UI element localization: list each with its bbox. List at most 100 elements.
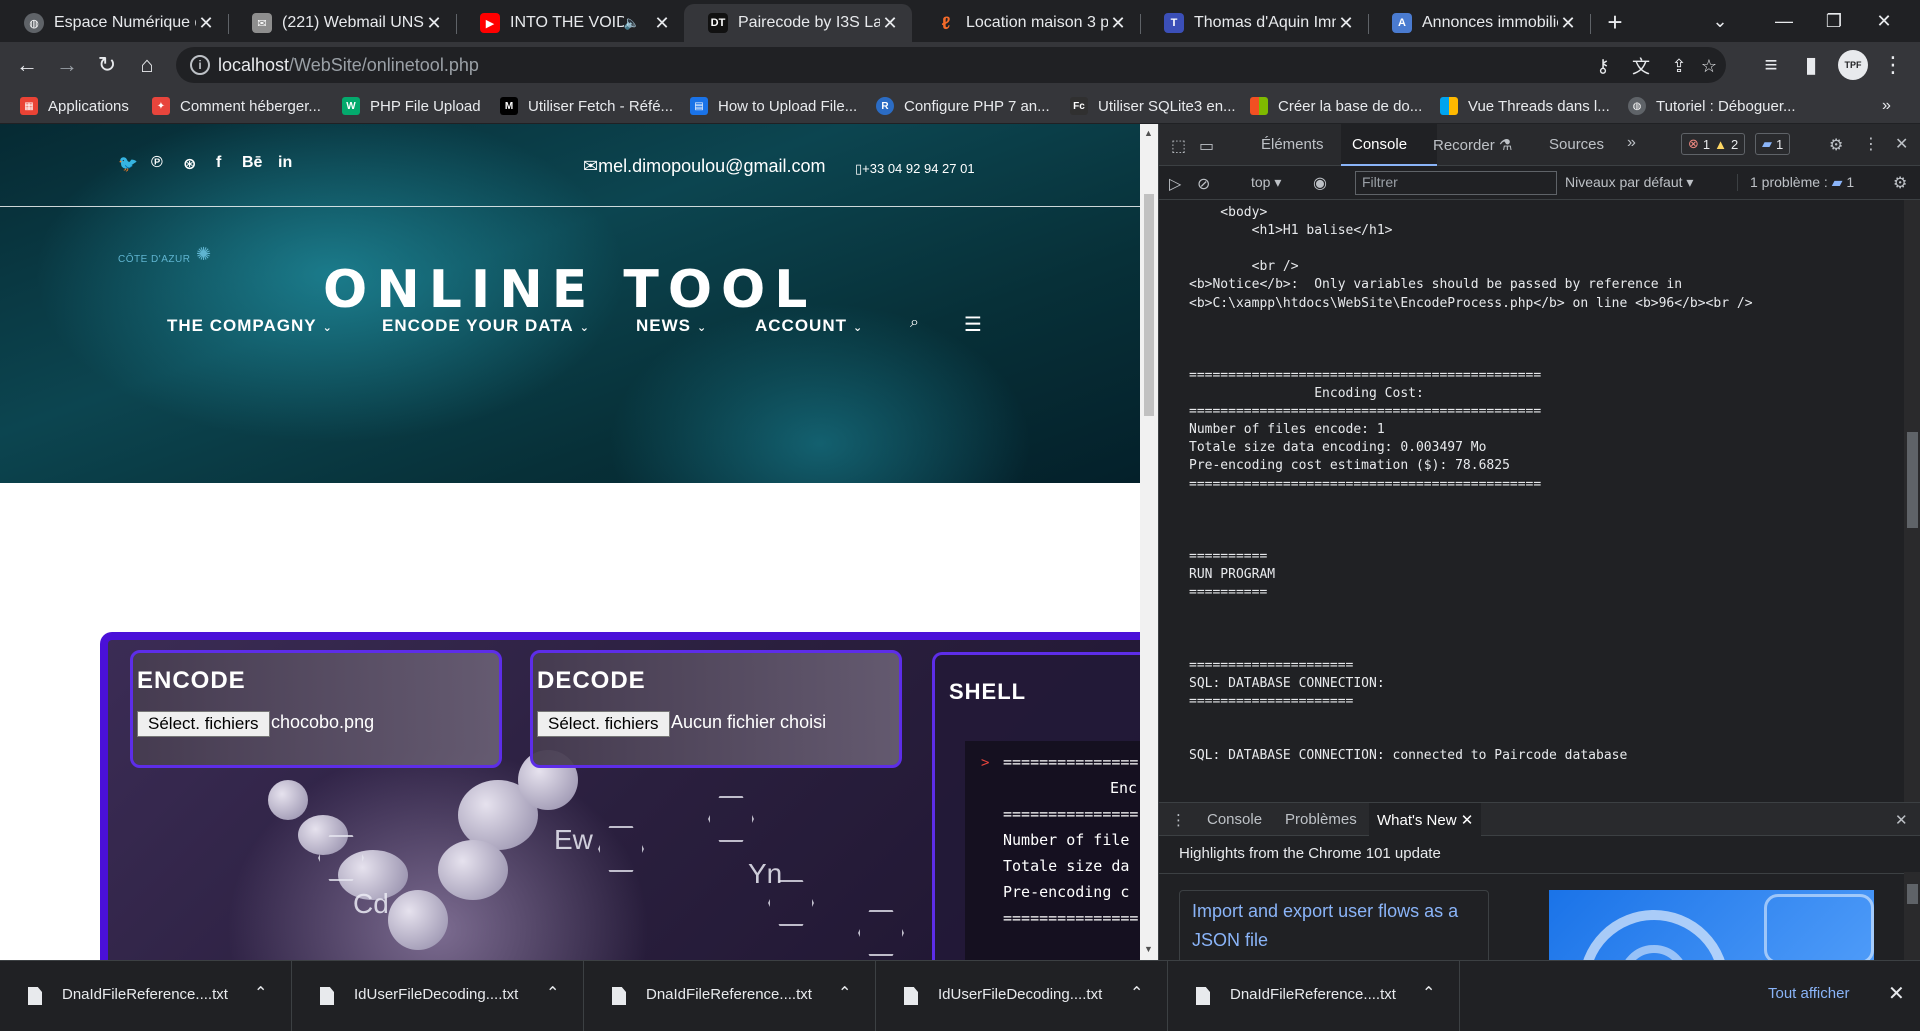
- drawer-tab-problems[interactable]: Problèmes: [1285, 811, 1357, 828]
- key-icon[interactable]: ⚷: [1590, 53, 1616, 79]
- close-tab-icon[interactable]: ✕: [652, 13, 672, 34]
- share-icon[interactable]: ⇪: [1666, 53, 1692, 79]
- bookmark-php-file-upload[interactable]: W PHP File Upload: [342, 94, 481, 118]
- clear-console-icon[interactable]: ⊘: [1197, 174, 1210, 194]
- tab-elements[interactable]: Éléments: [1261, 136, 1324, 153]
- bookmark-vue-threads[interactable]: Vue Threads dans l...: [1440, 94, 1610, 118]
- page-scrollbar-thumb[interactable]: [1144, 194, 1154, 416]
- nav-the-compagny[interactable]: THE COMPAGNY ⌄: [167, 316, 333, 336]
- hamburger-menu-icon[interactable]: ☰: [964, 312, 982, 337]
- bookmark-utiliser-sqlite[interactable]: Fc Utiliser SQLite3 en...: [1070, 94, 1236, 118]
- close-tab-icon[interactable]: ✕: [1108, 13, 1128, 34]
- download-item[interactable]: IdUserFileDecoding....txt ⌃: [292, 961, 584, 1031]
- issues-link[interactable]: 1 problème : ▰ 1: [1737, 174, 1854, 191]
- bookmark-how-to-upload[interactable]: ▤ How to Upload File...: [690, 94, 857, 118]
- avatar[interactable]: TPF: [1838, 50, 1868, 80]
- site-brand-title[interactable]: ONLINE TOOL: [323, 260, 816, 320]
- more-tabs-icon[interactable]: »: [1627, 134, 1636, 152]
- bookmark-configure-php[interactable]: R Configure PHP 7 an...: [876, 94, 1050, 118]
- linkedin-icon[interactable]: in: [278, 154, 292, 172]
- eye-icon[interactable]: ◉: [1313, 173, 1327, 193]
- tab-espace-numerique[interactable]: ◍ Espace Numérique de ✕: [0, 4, 228, 42]
- devtools-menu-icon[interactable]: ⋮: [1863, 134, 1879, 154]
- forward-button[interactable]: →: [50, 48, 84, 82]
- close-tab-icon[interactable]: ✕: [1461, 812, 1474, 829]
- encode-file-button[interactable]: Sélect. fichiers: [137, 711, 270, 737]
- bookmark-tutoriel-deboguer[interactable]: ◍ Tutoriel : Déboguer...: [1628, 94, 1796, 118]
- issues-counter[interactable]: ⊗ 1 ▲ 2: [1681, 133, 1746, 155]
- chevron-up-icon[interactable]: ⌃: [1422, 983, 1435, 1003]
- inspect-element-icon[interactable]: ⬚: [1171, 136, 1186, 156]
- nav-encode-your-data[interactable]: ENCODE YOUR DATA ⌄: [382, 316, 590, 336]
- tab-pairecode[interactable]: DT Pairecode by I3S Lab ✕: [684, 4, 912, 42]
- settings-gear-icon[interactable]: ⚙: [1829, 135, 1843, 155]
- log-levels-dropdown[interactable]: Niveaux par défaut ▾: [1565, 174, 1693, 191]
- close-tab-icon[interactable]: ✕: [1558, 13, 1578, 34]
- bookmark-utiliser-fetch[interactable]: M Utiliser Fetch - Réfé...: [500, 94, 673, 118]
- close-tab-icon[interactable]: ✕: [424, 13, 444, 34]
- download-item[interactable]: IdUserFileDecoding....txt ⌃: [876, 961, 1168, 1031]
- behance-icon[interactable]: Bē: [242, 154, 262, 172]
- home-button[interactable]: ⌂: [130, 48, 164, 82]
- bookmark-creer-base[interactable]: Créer la base de do...: [1250, 94, 1422, 118]
- close-tab-icon[interactable]: ✕: [880, 13, 900, 34]
- new-tab-button[interactable]: +: [1600, 4, 1630, 40]
- console-scrollbar[interactable]: [1904, 200, 1920, 802]
- email-link[interactable]: ✉mel.dimopoulou@gmail.com: [583, 156, 825, 177]
- bookmark-applications[interactable]: ▦ Applications: [20, 94, 129, 118]
- download-item[interactable]: DnaIdFileReference....txt ⌃: [584, 961, 876, 1031]
- dribbble-icon[interactable]: ⊛: [183, 154, 196, 174]
- search-icon[interactable]: ⌕: [910, 314, 919, 332]
- drawer-tab-whats-new[interactable]: What's New ✕: [1369, 803, 1482, 837]
- minimize-button[interactable]: —: [1764, 4, 1804, 38]
- console-scrollbar-thumb[interactable]: [1907, 432, 1918, 528]
- close-drawer-icon[interactable]: ✕: [1895, 811, 1908, 829]
- drawer-scrollbar[interactable]: [1904, 872, 1920, 960]
- close-window-button[interactable]: ✕: [1864, 4, 1904, 38]
- tab-sources[interactable]: Sources: [1549, 136, 1604, 153]
- more-bookmarks-icon[interactable]: »: [1882, 94, 1891, 118]
- chevron-up-icon[interactable]: ⌃: [838, 983, 851, 1003]
- bookmark-star-icon[interactable]: ☆: [1696, 53, 1722, 79]
- scroll-up-icon[interactable]: ▲: [1144, 128, 1153, 138]
- show-all-downloads-link[interactable]: Tout afficher: [1768, 985, 1849, 1002]
- nav-account[interactable]: ACCOUNT ⌄: [755, 316, 863, 336]
- tab-thomas-daquin[interactable]: T Thomas d'Aquin Imm ✕: [1140, 4, 1368, 42]
- download-item[interactable]: DnaIdFileReference....txt ⌃: [1168, 961, 1460, 1031]
- tab-location-maison[interactable]: ℓ Location maison 3 piè ✕: [912, 4, 1140, 42]
- decode-file-button[interactable]: Sélect. fichiers: [537, 711, 670, 737]
- address-bar[interactable]: i localhost/WebSite/onlinetool.php ⚷ 文 ⇪…: [176, 47, 1726, 83]
- device-toolbar-icon[interactable]: ▭: [1199, 136, 1214, 156]
- menu-icon[interactable]: ⋮: [1876, 48, 1910, 82]
- back-button[interactable]: ←: [10, 48, 44, 82]
- chevron-up-icon[interactable]: ⌃: [254, 983, 267, 1003]
- media-icon[interactable]: ≡: [1754, 48, 1788, 82]
- context-selector[interactable]: top ▾: [1251, 174, 1281, 191]
- messages-counter[interactable]: ▰ 1: [1755, 133, 1791, 155]
- reload-button[interactable]: ↻: [90, 48, 124, 82]
- close-tab-icon[interactable]: ✕: [196, 13, 216, 34]
- page-scrollbar[interactable]: ▲ ▼: [1140, 124, 1158, 960]
- download-item[interactable]: DnaIdFileReference....txt ⌃: [0, 961, 292, 1031]
- site-info-icon[interactable]: i: [190, 55, 210, 75]
- feature-link-user-flows[interactable]: Import and export user flows as a JSON f…: [1179, 890, 1489, 970]
- translate-icon[interactable]: 文: [1628, 53, 1654, 79]
- tab-search-icon[interactable]: ⌄: [1700, 4, 1740, 38]
- tab-webmail[interactable]: ✉ (221) Webmail UNS : ✕: [228, 4, 456, 42]
- drawer-menu-icon[interactable]: ⋮: [1171, 811, 1186, 829]
- feature-thumbnail[interactable]: [1549, 890, 1874, 970]
- tab-youtube[interactable]: ▶ INTO THE VOID | 🔈 ✕: [456, 4, 684, 42]
- url-text[interactable]: localhost/WebSite/onlinetool.php: [218, 55, 479, 76]
- tab-recorder[interactable]: Recorder ⚗: [1433, 136, 1512, 154]
- console-output[interactable]: <body> <h1>H1 balise</h1> <br /> <b>Notic…: [1159, 200, 1904, 802]
- facebook-icon[interactable]: f: [216, 154, 221, 172]
- twitter-icon[interactable]: 🐦: [118, 154, 138, 174]
- scroll-down-icon[interactable]: ▼: [1144, 944, 1153, 954]
- restore-button[interactable]: ❐: [1814, 4, 1854, 38]
- nav-news[interactable]: NEWS ⌄: [636, 316, 707, 336]
- close-shelf-icon[interactable]: ✕: [1888, 981, 1905, 1006]
- bookmark-comment-heberger[interactable]: ✦ Comment héberger...: [152, 94, 321, 118]
- side-panel-icon[interactable]: ▮: [1794, 48, 1828, 82]
- console-settings-icon[interactable]: ⚙: [1893, 173, 1907, 193]
- speaker-icon[interactable]: 🔈: [624, 15, 640, 31]
